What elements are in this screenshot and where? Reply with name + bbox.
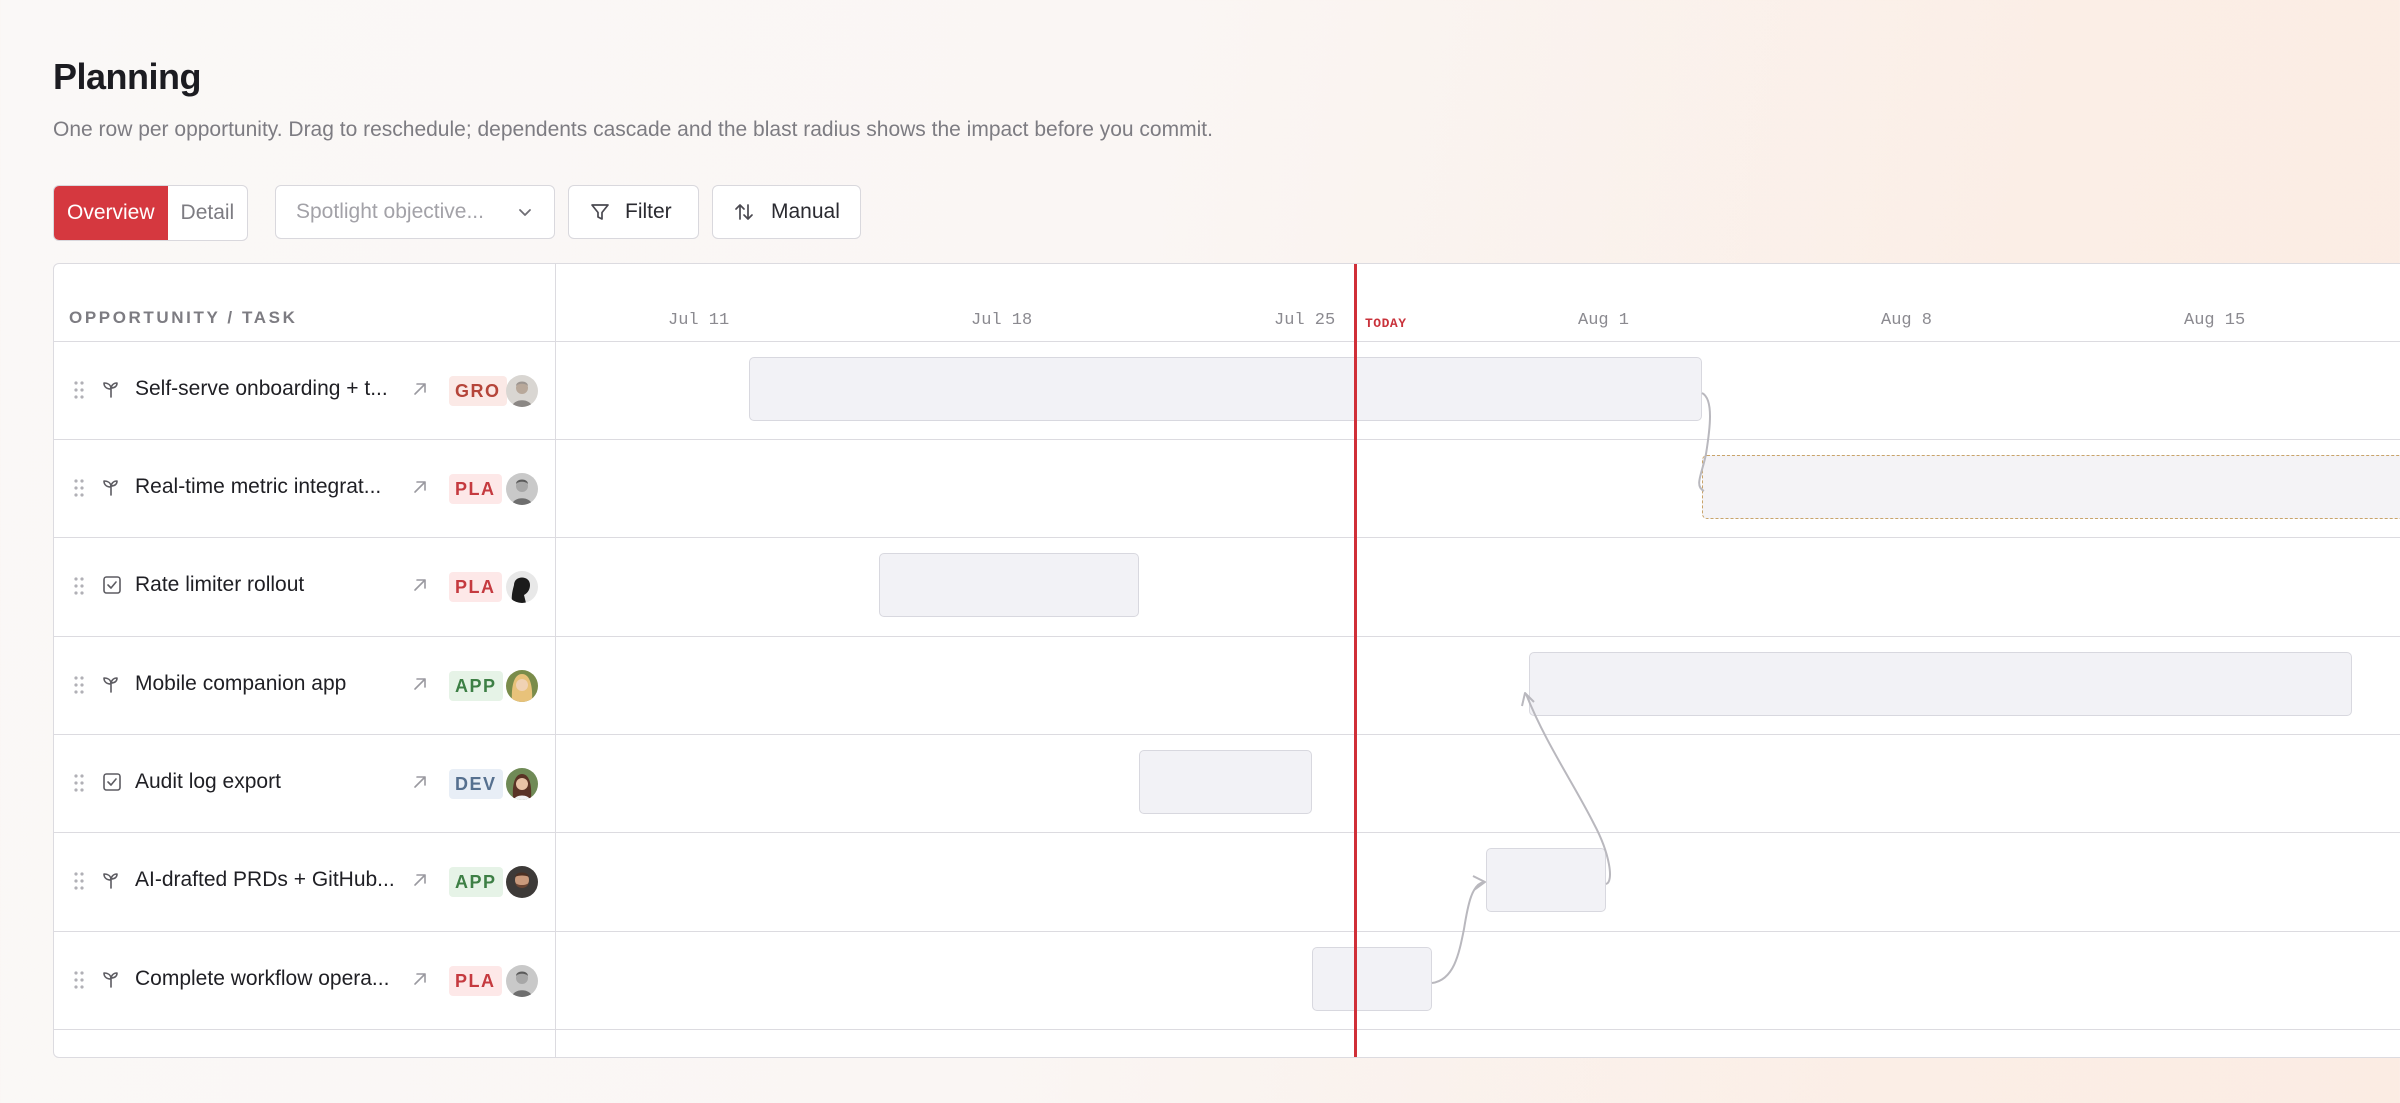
sprout-icon xyxy=(103,382,118,398)
team-badge: DEV xyxy=(449,769,503,799)
page-subtitle: One row per opportunity. Drag to resched… xyxy=(53,118,1213,141)
avatar xyxy=(506,473,538,505)
filter-button[interactable]: Filter xyxy=(568,185,699,239)
spotlight-placeholder: Spotlight objective... xyxy=(296,200,484,223)
team-badge: PLA xyxy=(449,474,502,504)
open-arrow-icon[interactable] xyxy=(411,380,429,398)
avatar xyxy=(506,965,538,997)
sort-button[interactable]: Manual xyxy=(712,185,861,239)
task-bar[interactable] xyxy=(749,357,1702,421)
task-bar-preview[interactable] xyxy=(1702,455,2400,519)
row-divider xyxy=(54,1029,2400,1030)
task-name[interactable]: Real-time metric integrat... xyxy=(135,475,393,499)
sort-label: Manual xyxy=(771,200,840,223)
task-bar[interactable] xyxy=(1139,750,1312,814)
team-badge: PLA xyxy=(449,572,502,602)
avatar xyxy=(506,670,538,702)
sprout-icon xyxy=(103,480,118,496)
task-name[interactable]: Self-serve onboarding + t... xyxy=(135,377,393,401)
task-row[interactable]: Real-time metric integrat... PLA xyxy=(54,439,555,537)
task-name[interactable]: Audit log export xyxy=(135,770,393,794)
drag-handle-icon[interactable] xyxy=(74,970,84,990)
detail-tab[interactable]: Detail xyxy=(168,186,248,240)
view-toggle: Overview Detail xyxy=(53,185,249,241)
drag-handle-icon[interactable] xyxy=(74,675,84,695)
today-marker-line xyxy=(1354,264,1357,1057)
timeline-tick: Aug 8 xyxy=(1881,311,1933,330)
avatar xyxy=(506,571,538,603)
checkbox-icon xyxy=(103,773,121,791)
dependency-arrow xyxy=(1472,875,1486,891)
open-arrow-icon[interactable] xyxy=(411,970,429,988)
task-name[interactable]: Complete workflow opera... xyxy=(135,967,393,991)
timeline-tick: Aug 15 xyxy=(2184,311,2246,330)
drag-handle-icon[interactable] xyxy=(74,576,84,596)
sprout-icon xyxy=(103,972,118,988)
timeline-tick: Aug 1 xyxy=(1578,311,1630,330)
column-header: OPPORTUNITY / TASK xyxy=(69,308,298,327)
timeline-tick: Jul 25 xyxy=(1274,311,1336,330)
task-row[interactable]: Mobile companion app APP xyxy=(54,636,555,734)
open-arrow-icon[interactable] xyxy=(411,675,429,693)
team-badge: APP xyxy=(449,671,503,701)
gantt-chart: OPPORTUNITY / TASK Jul 11 Jul 18 Jul 25 … xyxy=(53,263,2400,1058)
team-badge: APP xyxy=(449,867,503,897)
task-name[interactable]: Mobile companion app xyxy=(135,672,393,696)
drag-handle-icon[interactable] xyxy=(74,478,84,498)
task-row[interactable]: AI-drafted PRDs + GitHub... APP xyxy=(54,832,555,930)
sprout-icon xyxy=(103,677,118,693)
filter-label: Filter xyxy=(625,200,672,223)
sort-arrows-icon xyxy=(735,204,753,220)
avatar xyxy=(506,375,538,407)
task-bar[interactable] xyxy=(1529,652,2352,716)
open-arrow-icon[interactable] xyxy=(411,576,429,594)
task-bar[interactable] xyxy=(879,553,1139,617)
avatar xyxy=(506,866,538,898)
task-name[interactable]: AI-drafted PRDs + GitHub... xyxy=(135,868,393,892)
task-row[interactable]: Audit log export DEV xyxy=(54,734,555,832)
avatar xyxy=(506,768,538,800)
today-label: TODAY xyxy=(1365,316,1407,331)
page-title: Planning xyxy=(53,56,202,97)
open-arrow-icon[interactable] xyxy=(411,871,429,889)
task-name[interactable]: Rate limiter rollout xyxy=(135,573,393,597)
task-bar[interactable] xyxy=(1312,947,1432,1011)
drag-handle-icon[interactable] xyxy=(74,871,84,891)
dependency-line xyxy=(1431,881,1485,984)
drag-handle-icon[interactable] xyxy=(74,773,84,793)
overview-tab[interactable]: Overview xyxy=(54,186,168,240)
drag-handle-icon[interactable] xyxy=(74,380,84,400)
timeline-tick: Jul 18 xyxy=(971,311,1033,330)
task-bar[interactable] xyxy=(1486,848,1606,912)
task-row[interactable]: Self-serve onboarding + t... GRO xyxy=(54,341,555,439)
sprout-icon xyxy=(103,873,118,889)
chevron-down-icon xyxy=(519,209,531,216)
task-row[interactable]: Complete workflow opera... PLA xyxy=(54,931,555,1029)
filter-icon xyxy=(591,204,609,220)
open-arrow-icon[interactable] xyxy=(411,773,429,791)
timeline-tick: Jul 11 xyxy=(668,311,730,330)
spotlight-select[interactable]: Spotlight objective... xyxy=(275,185,555,239)
team-badge: GRO xyxy=(449,376,507,406)
task-row[interactable]: Rate limiter rollout PLA xyxy=(54,537,555,635)
team-badge: PLA xyxy=(449,966,502,996)
checkbox-icon xyxy=(103,576,121,594)
open-arrow-icon[interactable] xyxy=(411,478,429,496)
